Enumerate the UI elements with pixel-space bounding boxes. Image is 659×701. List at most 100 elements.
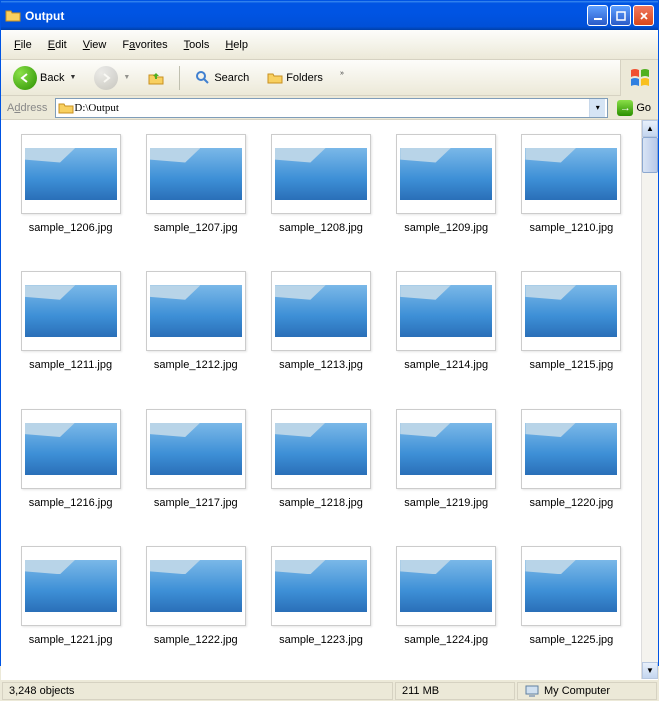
file-item[interactable]: sample_1221.jpg (11, 546, 130, 665)
minimize-button[interactable] (587, 5, 608, 26)
scroll-down-button[interactable]: ▼ (642, 662, 658, 679)
thumbnail-image (150, 148, 242, 200)
back-label: Back (40, 72, 64, 84)
maximize-button[interactable] (610, 5, 631, 26)
file-item[interactable]: sample_1217.jpg (136, 409, 255, 528)
search-label: Search (214, 72, 249, 84)
file-item[interactable]: sample_1206.jpg (11, 134, 130, 253)
file-name: sample_1221.jpg (29, 634, 113, 646)
thumbnail-image (25, 423, 117, 475)
window-title: Output (25, 9, 587, 23)
file-name: sample_1211.jpg (29, 359, 112, 371)
address-dropdown[interactable]: ▾ (589, 99, 605, 117)
folder-icon (5, 8, 21, 24)
toolbar-overflow[interactable]: » (335, 71, 349, 85)
thumbnail-frame (271, 546, 371, 626)
addressbar: Address ▾ → Go (1, 96, 658, 120)
thumbnail-image (275, 285, 367, 337)
thumbnail-image (525, 560, 617, 612)
thumbnail-frame (146, 409, 246, 489)
file-item[interactable]: sample_1211.jpg (11, 271, 130, 390)
thumbnails-grid[interactable]: sample_1206.jpg sample_1207.jpg sample_1… (1, 120, 641, 679)
thumbnail-image (400, 285, 492, 337)
file-name: sample_1223.jpg (279, 634, 363, 646)
folders-button[interactable]: Folders (261, 66, 329, 90)
forward-icon (94, 66, 118, 90)
dropdown-arrow-icon: ▼ (69, 74, 76, 81)
thumbnail-frame (146, 546, 246, 626)
close-button[interactable] (633, 5, 654, 26)
scroll-thumb[interactable] (642, 137, 658, 173)
status-location: My Computer (517, 682, 657, 700)
menu-file[interactable]: File (6, 35, 40, 55)
folders-label: Folders (286, 72, 323, 84)
file-name: sample_1217.jpg (154, 497, 238, 509)
file-item[interactable]: sample_1218.jpg (261, 409, 380, 528)
file-item[interactable]: sample_1223.jpg (261, 546, 380, 665)
folders-icon (267, 70, 283, 86)
thumbnail-frame (21, 134, 121, 214)
dropdown-arrow-icon: ▼ (123, 74, 130, 81)
file-name: sample_1218.jpg (279, 497, 363, 509)
vertical-scrollbar[interactable]: ▲ ▼ (641, 120, 658, 679)
menubar: File Edit View Favorites Tools Help (1, 30, 658, 60)
file-item[interactable]: sample_1207.jpg (136, 134, 255, 253)
thumbnail-image (525, 148, 617, 200)
file-name: sample_1220.jpg (529, 497, 613, 509)
thumbnail-frame (521, 271, 621, 351)
file-name: sample_1208.jpg (279, 222, 363, 234)
file-item[interactable]: sample_1213.jpg (261, 271, 380, 390)
scroll-up-button[interactable]: ▲ (642, 120, 658, 137)
file-item[interactable]: sample_1219.jpg (387, 409, 506, 528)
thumbnail-image (150, 423, 242, 475)
file-name: sample_1219.jpg (404, 497, 488, 509)
thumbnail-image (275, 560, 367, 612)
go-button[interactable]: → Go (612, 98, 656, 118)
status-size: 211 MB (395, 682, 515, 700)
menu-edit[interactable]: Edit (40, 35, 75, 55)
menu-tools[interactable]: Tools (176, 35, 218, 55)
file-item[interactable]: sample_1222.jpg (136, 546, 255, 665)
address-input-wrap[interactable]: ▾ (55, 98, 608, 118)
file-item[interactable]: sample_1224.jpg (387, 546, 506, 665)
address-input[interactable] (74, 102, 589, 114)
thumbnail-frame (521, 134, 621, 214)
thumbnail-frame (396, 134, 496, 214)
file-name: sample_1225.jpg (529, 634, 613, 646)
up-folder-icon (148, 70, 164, 86)
file-item[interactable]: sample_1214.jpg (387, 271, 506, 390)
file-name: sample_1215.jpg (529, 359, 613, 371)
thumbnail-frame (271, 134, 371, 214)
up-button[interactable] (142, 66, 170, 90)
menu-help[interactable]: Help (217, 35, 256, 55)
toolbar: Back ▼ ▼ Search Folders » (1, 60, 620, 96)
thumbnail-image (25, 285, 117, 337)
file-item[interactable]: sample_1225.jpg (512, 546, 631, 665)
back-button[interactable]: Back ▼ (7, 62, 82, 94)
status-objects: 3,248 objects (2, 682, 393, 700)
separator (179, 66, 180, 90)
thumbnail-frame (21, 409, 121, 489)
file-name: sample_1222.jpg (154, 634, 238, 646)
windows-logo (620, 60, 658, 96)
search-button[interactable]: Search (189, 66, 255, 90)
file-item[interactable]: sample_1210.jpg (512, 134, 631, 253)
file-item[interactable]: sample_1208.jpg (261, 134, 380, 253)
scroll-track[interactable] (642, 137, 658, 662)
file-item[interactable]: sample_1220.jpg (512, 409, 631, 528)
thumbnail-frame (396, 271, 496, 351)
address-label: Address (3, 102, 51, 114)
file-item[interactable]: sample_1215.jpg (512, 271, 631, 390)
file-item[interactable]: sample_1216.jpg (11, 409, 130, 528)
thumbnail-frame (521, 546, 621, 626)
thumbnail-frame (396, 409, 496, 489)
file-item[interactable]: sample_1212.jpg (136, 271, 255, 390)
thumbnail-image (400, 423, 492, 475)
menu-favorites[interactable]: Favorites (114, 35, 175, 55)
thumbnail-frame (146, 271, 246, 351)
file-item[interactable]: sample_1209.jpg (387, 134, 506, 253)
thumbnail-image (150, 285, 242, 337)
menu-view[interactable]: View (75, 35, 115, 55)
titlebar[interactable]: Output (1, 1, 658, 30)
thumbnail-image (275, 148, 367, 200)
